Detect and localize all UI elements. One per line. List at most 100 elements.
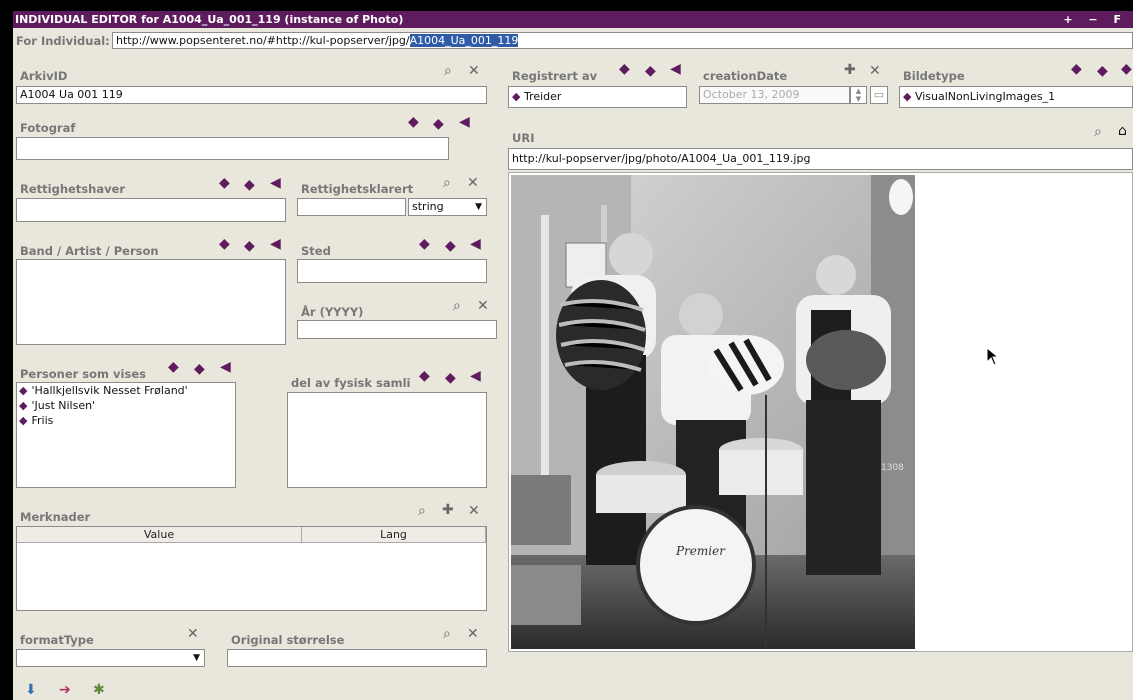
rettighetshaver-tag-icon[interactable]: ◆ [219,176,230,190]
rettighetshaver-remove-tag-icon[interactable]: ◀ [270,176,281,190]
original-search-icon[interactable]: ⌕ [443,627,451,641]
diamond-icon: ◆ [19,399,28,412]
band-add-tag-icon[interactable]: ◆ [244,239,255,253]
aar-delete-icon[interactable]: ✕ [477,299,489,313]
original-field[interactable] [227,649,487,667]
rettighetshaver-add-tag-icon[interactable]: ◆ [244,178,255,192]
fotograf-label: Fotograf [20,121,76,135]
creationdate-label: creationDate [703,69,788,83]
aar-search-icon[interactable]: ⌕ [453,299,461,313]
bug-icon[interactable]: ✱ [93,683,105,697]
individual-uri-field[interactable]: http://www.popsenteret.no/#http://kul-po… [112,32,1133,49]
rettighetsklarert-type-value: string [412,200,444,213]
registrert-add-tag-icon[interactable]: ◆ [645,64,656,78]
export-icon[interactable]: ➔ [59,683,71,697]
formattype-select[interactable]: ▼ [16,649,205,667]
del-av-list[interactable] [287,392,487,488]
rettighetshaver-label: Rettighetshaver [20,182,126,196]
merknader-col-value[interactable]: Value [17,527,302,543]
creationdate-field[interactable]: October 13, 2009 [699,86,850,104]
formattype-delete-icon[interactable]: ✕ [187,627,199,641]
creationdate-spinner[interactable]: ▲ ▼ [850,86,867,104]
bildetype-value: VisualNonLivingImages_1 [914,90,1056,103]
bildetype-tag-icon[interactable]: ◆ [1071,62,1082,76]
sted-remove-tag-icon[interactable]: ◀ [470,237,481,251]
creationdate-delete-icon[interactable]: ✕ [869,64,881,78]
uri-search-icon[interactable]: ⌕ [1094,125,1102,139]
fotograf-add-tag-icon[interactable]: ◆ [433,117,444,131]
arkivid-delete-icon[interactable]: ✕ [468,64,480,78]
band-tag-icon[interactable]: ◆ [219,237,230,251]
bildetype-remove-tag-icon[interactable]: ◆ [1121,62,1132,76]
personer-item-label: Friis [31,414,54,427]
window-titlebar: INDIVIDUAL EDITOR for A1004_Ua_001_119 (… [13,11,1133,28]
registrert-label: Registrert av [512,69,598,83]
arkivid-field[interactable]: A1004 Ua 001 119 [16,86,487,104]
rettighetsklarert-type-select[interactable]: string ▼ [408,198,487,216]
registrert-value: Treider [523,90,562,103]
fotograf-remove-tag-icon[interactable]: ◀ [459,115,470,129]
sted-field[interactable] [297,259,487,283]
list-item[interactable]: ◆ Friis [17,413,235,428]
fotograf-tag-icon[interactable]: ◆ [408,115,419,129]
personer-list[interactable]: ◆ 'Hallkjellsvik Nesset Frøland' ◆ 'Just N… [16,382,236,488]
personer-tag-icon[interactable]: ◆ [168,360,179,374]
uri-field[interactable]: http://kul-popserver/jpg/photo/A1004_Ua_… [508,148,1133,170]
chevron-down-icon: ▼ [475,202,482,212]
merknader-label: Merknader [20,510,91,524]
fotograf-field[interactable] [16,137,449,160]
band-list[interactable] [16,259,286,345]
merknader-add-icon[interactable]: ✚ [442,503,454,517]
merknader-delete-icon[interactable]: ✕ [468,504,480,518]
diamond-icon: ◆ [19,384,28,397]
rettighetsklarert-search-icon[interactable]: ⌕ [443,176,451,190]
rettighetsklarert-label: Rettighetsklarert [301,182,414,196]
photo: Premier 1308 [511,175,915,649]
del-av-tag-icon[interactable]: ◆ [419,369,430,383]
bildetype-field[interactable]: ◆ VisualNonLivingImages_1 [899,86,1133,108]
sted-tag-icon[interactable]: ◆ [419,237,430,251]
aar-field[interactable] [297,320,497,339]
personer-remove-tag-icon[interactable]: ◀ [220,360,231,374]
band-remove-tag-icon[interactable]: ◀ [270,237,281,251]
original-label: Original størrelse [231,633,345,647]
save-icon[interactable]: ⬇ [25,683,37,697]
calendar-icon[interactable]: ▭ [870,86,888,104]
rettighetsklarert-delete-icon[interactable]: ✕ [467,176,479,190]
individual-uri-prefix: http://www.popsenteret.no/#http://kul-po… [116,34,410,47]
band-label: Band / Artist / Person [20,244,159,258]
merknader-search-icon[interactable]: ⌕ [418,504,426,518]
personer-item-label: 'Hallkjellsvik Nesset Frøland' [31,384,188,397]
band-photo-image: Premier 1308 [511,175,915,649]
formattype-label: formatType [20,633,94,647]
rettighetshaver-field[interactable] [16,198,286,222]
window-controls[interactable]: + − F [1063,11,1127,28]
del-av-label: del av fysisk samli [291,376,411,390]
uri-label: URI [512,131,535,145]
creationdate-add-icon[interactable]: ✚ [844,63,856,77]
registrert-remove-tag-icon[interactable]: ◀ [670,62,681,76]
diamond-icon: ◆ [903,90,912,103]
diamond-icon: ◆ [19,414,28,427]
drum-brand-text: Premier [675,544,726,558]
list-item[interactable]: ◆ 'Just Nilsen' [17,398,235,413]
personer-label: Personer som vises [20,367,146,381]
home-icon[interactable]: ⌂ [1118,124,1127,138]
del-av-add-tag-icon[interactable]: ◆ [445,371,456,385]
registrert-field[interactable]: ◆ Treider [508,86,687,108]
sted-add-tag-icon[interactable]: ◆ [445,239,456,253]
del-av-remove-tag-icon[interactable]: ◀ [470,369,481,383]
personer-add-tag-icon[interactable]: ◆ [194,362,205,376]
drum-number-text: 1308 [881,463,904,473]
bildetype-add-tag-icon[interactable]: ◆ [1097,64,1108,78]
personer-item-label: 'Just Nilsen' [31,399,96,412]
registrert-tag-icon[interactable]: ◆ [619,62,630,76]
original-delete-icon[interactable]: ✕ [467,627,479,641]
merknader-table[interactable]: Value Lang [16,526,487,611]
merknader-col-lang[interactable]: Lang [302,527,486,543]
chevron-down-icon: ▼ [193,653,200,663]
arkivid-search-icon[interactable]: ⌕ [444,64,452,78]
rettighetsklarert-field[interactable] [297,198,406,216]
list-item[interactable]: ◆ 'Hallkjellsvik Nesset Frøland' [17,383,235,398]
individual-uri-selection: A1004_Ua_001_119 [409,34,519,47]
